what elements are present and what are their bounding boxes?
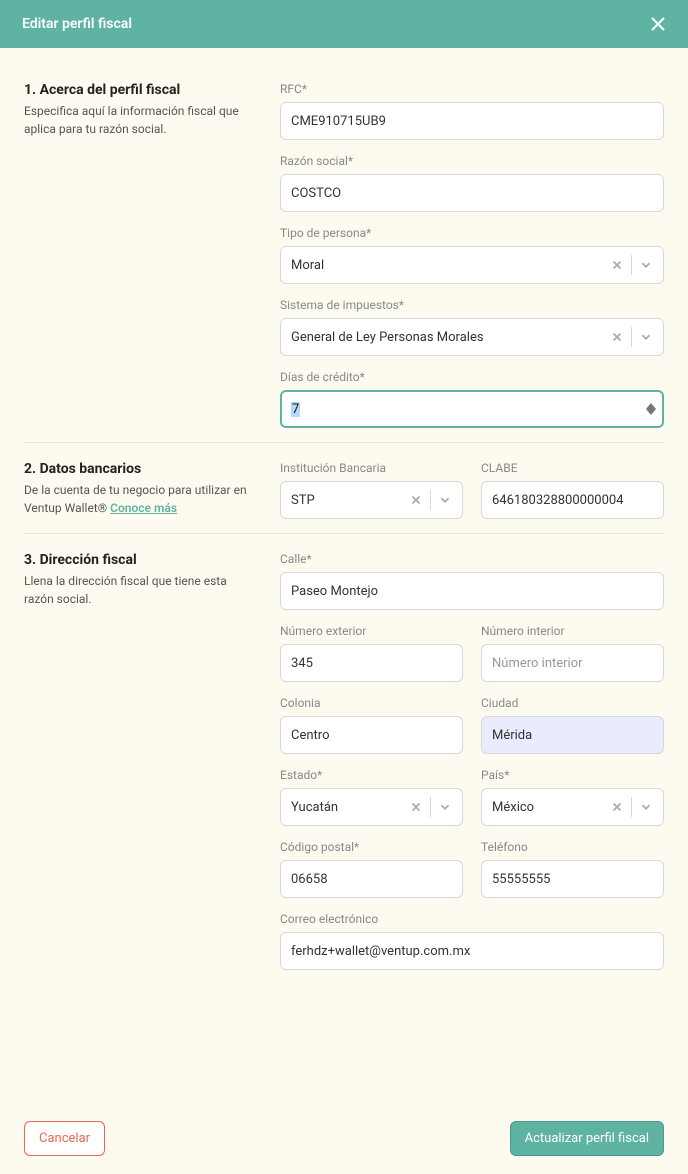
chevron-down-icon [639, 258, 653, 272]
tipo-persona-label: Tipo de persona* [280, 226, 664, 240]
stepper-down-icon[interactable] [646, 409, 656, 415]
estado-select[interactable]: Yucatán [280, 788, 463, 826]
chevron-down-icon [438, 800, 452, 814]
codigo-postal-label: Código postal* [280, 840, 463, 854]
razon-social-input[interactable] [280, 174, 664, 212]
section-intro: 1. Acerca del perfil fiscal Especifica a… [24, 82, 256, 428]
clabe-input[interactable] [481, 481, 664, 519]
telefono-input[interactable] [481, 860, 664, 898]
chevron-down-icon [438, 493, 452, 507]
colonia-label: Colonia [280, 696, 463, 710]
section-desc: Llena la dirección fiscal que tiene esta… [24, 572, 256, 608]
rfc-input[interactable] [280, 102, 664, 140]
section-title: 3. Dirección fiscal [24, 552, 256, 568]
sistema-impuestos-label: Sistema de impuestos* [280, 298, 664, 312]
dias-credito-label: Días de crédito* [280, 370, 664, 384]
correo-input[interactable] [280, 932, 664, 970]
divider [430, 490, 431, 510]
codigo-postal-input[interactable] [280, 860, 463, 898]
numero-exterior-label: Número exterior [280, 624, 463, 638]
close-icon[interactable] [650, 16, 666, 32]
pais-label: País* [481, 768, 664, 782]
number-stepper[interactable] [646, 403, 656, 415]
calle-label: Calle* [280, 552, 664, 566]
dialog-footer: Cancelar Actualizar perfil fiscal [0, 1103, 688, 1174]
divider [631, 797, 632, 817]
clear-icon[interactable] [610, 258, 624, 272]
dias-credito-input[interactable]: 7 [280, 390, 664, 428]
chevron-down-icon [639, 800, 653, 814]
rfc-label: RFC* [280, 82, 664, 96]
section-fiscal-profile: 1. Acerca del perfil fiscal Especifica a… [24, 82, 664, 442]
numero-interior-label: Número interior [481, 624, 664, 638]
section-desc: De la cuenta de tu negocio para utilizar… [24, 481, 256, 517]
sistema-impuestos-select[interactable]: General de Ley Personas Morales [280, 318, 664, 356]
institucion-label: Institución Bancaria [280, 461, 463, 475]
dialog-content: 1. Acerca del perfil fiscal Especifica a… [0, 48, 688, 1008]
tipo-persona-select[interactable]: Moral [280, 246, 664, 284]
sistema-impuestos-value: General de Ley Personas Morales [291, 330, 602, 345]
pais-value: México [492, 800, 602, 815]
institucion-select[interactable]: STP [280, 481, 463, 519]
clabe-label: CLABE [481, 461, 664, 475]
institucion-value: STP [291, 493, 401, 508]
chevron-down-icon [639, 330, 653, 344]
section-desc: Especifica aquí la información fiscal qu… [24, 102, 256, 138]
tipo-persona-value: Moral [291, 258, 602, 273]
section-title: 1. Acerca del perfil fiscal [24, 82, 256, 98]
estado-value: Yucatán [291, 800, 401, 815]
dialog-title: Editar perfil fiscal [22, 16, 132, 32]
clear-icon[interactable] [610, 330, 624, 344]
razon-social-label: Razón social* [280, 154, 664, 168]
correo-label: Correo electrónico [280, 912, 664, 926]
cancel-button[interactable]: Cancelar [24, 1121, 105, 1156]
divider [631, 327, 632, 347]
clear-icon[interactable] [409, 493, 423, 507]
section-intro: 3. Dirección fiscal Llena la dirección f… [24, 552, 256, 970]
section-intro: 2. Datos bancarios De la cuenta de tu ne… [24, 461, 256, 519]
ciudad-input[interactable] [481, 716, 664, 754]
divider [430, 797, 431, 817]
pais-select[interactable]: México [481, 788, 664, 826]
numero-interior-input[interactable] [481, 644, 664, 682]
section-bank-data: 2. Datos bancarios De la cuenta de tu ne… [24, 442, 664, 533]
section-fiscal-address: 3. Dirección fiscal Llena la dirección f… [24, 533, 664, 984]
submit-button[interactable]: Actualizar perfil fiscal [510, 1121, 664, 1156]
dialog-header: Editar perfil fiscal [0, 0, 688, 48]
numero-exterior-input[interactable] [280, 644, 463, 682]
telefono-label: Teléfono [481, 840, 664, 854]
calle-input[interactable] [280, 572, 664, 610]
clear-icon[interactable] [610, 800, 624, 814]
section-title: 2. Datos bancarios [24, 461, 256, 477]
conoce-mas-link[interactable]: Conoce más [110, 501, 177, 515]
ciudad-label: Ciudad [481, 696, 664, 710]
colonia-input[interactable] [280, 716, 463, 754]
divider [631, 255, 632, 275]
estado-label: Estado* [280, 768, 463, 782]
clear-icon[interactable] [409, 800, 423, 814]
